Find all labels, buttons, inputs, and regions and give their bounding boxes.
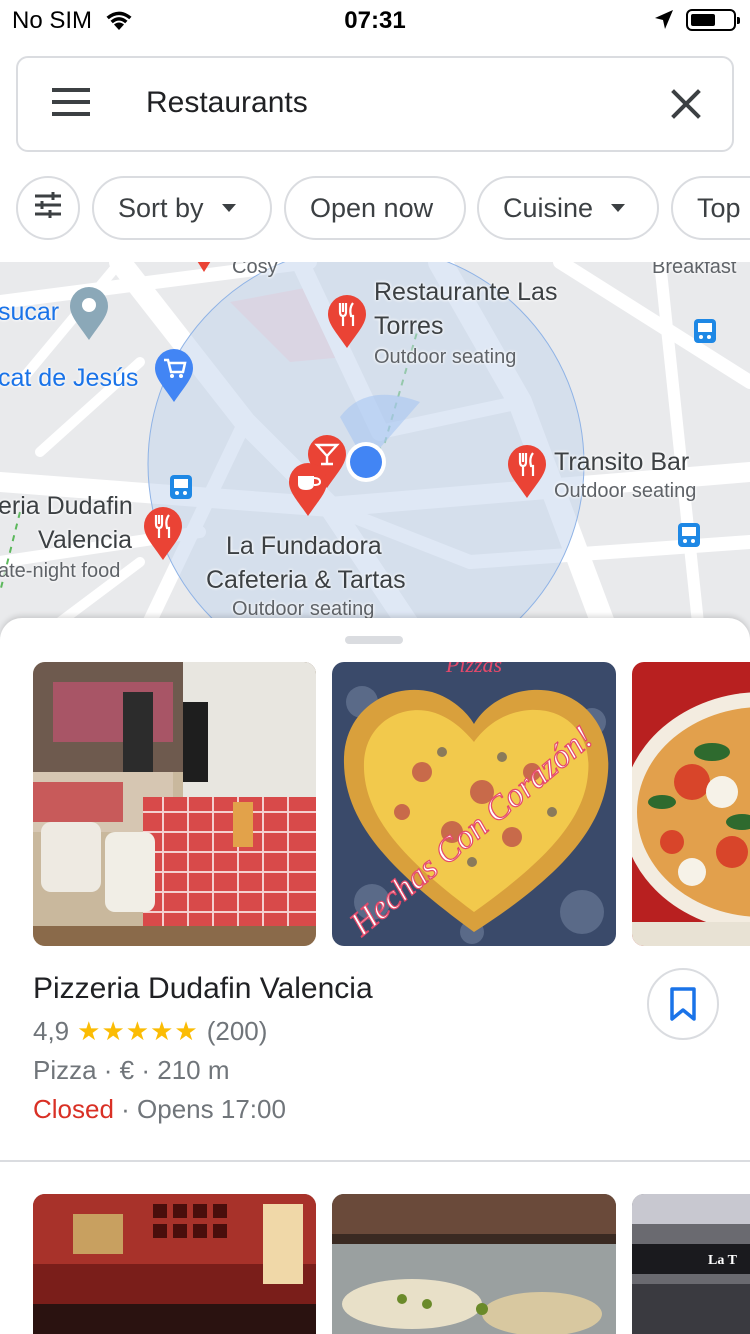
- top-label: Top: [697, 192, 741, 223]
- rating-value: 4,9: [33, 1016, 70, 1046]
- listing-hours: Closed · Opens 17:00: [33, 1094, 613, 1125]
- map-label: ate-night food: [0, 560, 121, 582]
- map-label: Transito Bar: [554, 448, 690, 476]
- tune-icon: [33, 190, 63, 227]
- map-label: Valencia: [38, 526, 133, 554]
- chevron-down-icon: [221, 204, 236, 212]
- restaurant-pin-icon[interactable]: [326, 294, 368, 350]
- opens-at: · Opens 17:00: [113, 1094, 286, 1124]
- storefront-sign: La T: [708, 1253, 738, 1268]
- bus-stop-icon[interactable]: [677, 522, 701, 548]
- shopping-cart-pin-icon[interactable]: [153, 348, 195, 404]
- map-label: cat de Jesús: [0, 364, 139, 392]
- map-label: Restaurante Las: [374, 278, 558, 306]
- battery-icon: [686, 9, 740, 31]
- map-label: eria Dudafin: [0, 492, 133, 520]
- map-label: Outdoor seating: [374, 346, 517, 368]
- open-now-chip[interactable]: Open now: [284, 176, 466, 240]
- map-label: Cosy: [232, 262, 278, 278]
- close-icon[interactable]: [666, 84, 706, 124]
- restaurant-pin-icon[interactable]: [142, 506, 184, 562]
- open-now-label: Open now: [310, 192, 434, 223]
- location-pin-icon[interactable]: [68, 286, 110, 342]
- pizza-photo[interactable]: [632, 662, 750, 946]
- restaurant-pin-icon[interactable]: [506, 444, 548, 500]
- save-button[interactable]: [647, 968, 719, 1040]
- map-view[interactable]: Cosy Breakfast sucar cat de Jesús Restau…: [0, 262, 750, 642]
- hamburger-menu-icon[interactable]: [52, 88, 92, 122]
- map-label: Torres: [374, 312, 444, 340]
- status-bar: No SIM 07:31: [0, 0, 750, 40]
- results-sheet[interactable]: Pizzas Hechas Con Corazón! Pizzeria Duda…: [0, 618, 750, 1334]
- listing-name[interactable]: Pizzeria Dudafin Valencia: [33, 972, 613, 1006]
- listing-category: Pizza · € · 210 m: [33, 1055, 230, 1085]
- map-label: Cafeteria & Tartas: [206, 566, 406, 594]
- storefront-photo[interactable]: La T: [632, 1194, 750, 1334]
- restaurant-photo[interactable]: [33, 662, 316, 946]
- clock: 07:31: [344, 7, 406, 34]
- listing-info[interactable]: Pizzeria Dudafin Valencia 4,9 ★★★★★ (200…: [33, 972, 613, 1125]
- search-query[interactable]: Restaurants: [146, 86, 308, 120]
- chevron-down-icon: [611, 204, 626, 212]
- status-closed: Closed: [33, 1094, 114, 1124]
- filter-chips: Sort by Open now Cuisine Top: [0, 176, 750, 242]
- map-label: sucar: [0, 298, 60, 326]
- cuisine-label: Cuisine: [503, 192, 594, 223]
- my-location-dot[interactable]: [344, 440, 388, 484]
- location-arrow-icon: [652, 8, 676, 37]
- drag-handle[interactable]: [345, 636, 403, 644]
- restaurant-pin-icon[interactable]: [190, 262, 218, 276]
- food-photo[interactable]: [332, 1194, 616, 1334]
- map-label: La Fundadora: [226, 532, 382, 560]
- map-label: Outdoor seating: [554, 480, 697, 502]
- sort-by-label: Sort by: [118, 192, 204, 223]
- pizza-photo[interactable]: Pizzas Hechas Con Corazón!: [332, 662, 616, 946]
- rating-row: 4,9 ★★★★★ (200): [33, 1016, 613, 1047]
- search-bar[interactable]: Restaurants: [16, 56, 734, 152]
- review-count[interactable]: (200): [207, 1016, 268, 1047]
- star-rating-icon: ★★★★★: [77, 1016, 199, 1046]
- bus-stop-icon[interactable]: [169, 474, 193, 500]
- map-label: Breakfast: [652, 262, 737, 278]
- filters-button[interactable]: [16, 176, 80, 240]
- divider: [0, 1160, 750, 1162]
- sort-by-chip[interactable]: Sort by: [92, 176, 272, 240]
- cafe-pin-icon[interactable]: [287, 462, 329, 518]
- bookmark-icon: [670, 987, 696, 1021]
- restaurant-photo[interactable]: [33, 1194, 316, 1334]
- bus-stop-icon[interactable]: [693, 318, 717, 344]
- photo-watermark: Pizzas: [445, 662, 502, 677]
- top-rated-chip[interactable]: Top: [671, 176, 750, 240]
- cuisine-chip[interactable]: Cuisine: [477, 176, 659, 240]
